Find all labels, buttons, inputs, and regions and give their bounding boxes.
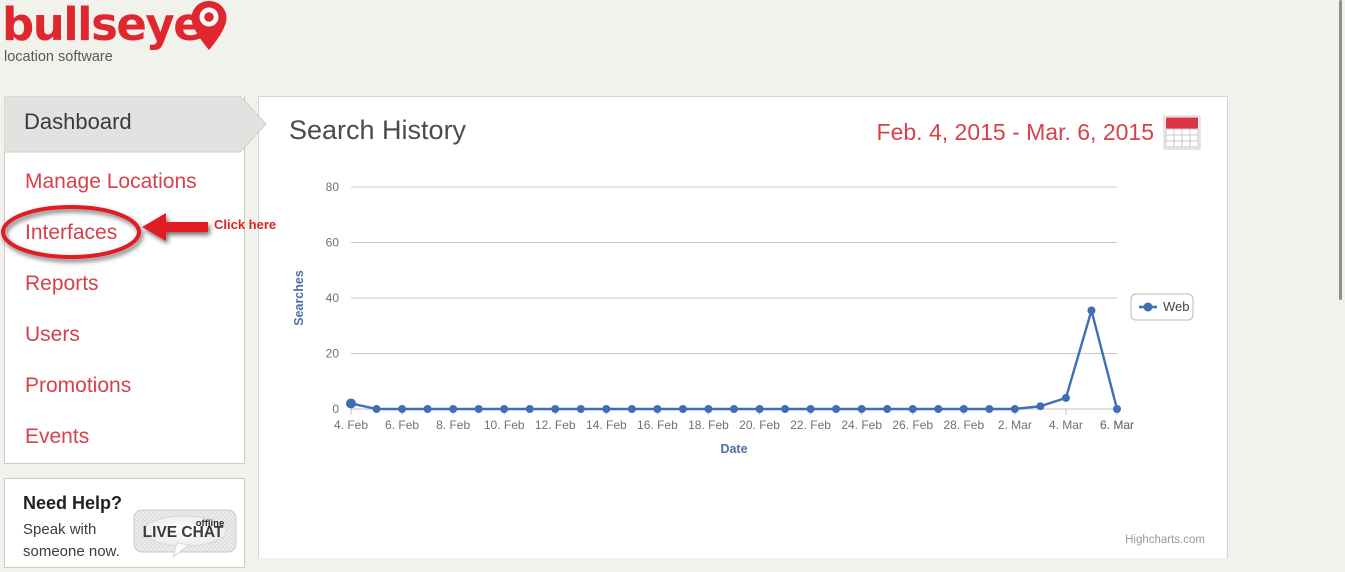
- x-axis-tick-label: 12. Feb: [535, 418, 576, 432]
- location-pin-icon: [190, 0, 228, 52]
- series-point[interactable]: [959, 405, 968, 413]
- date-range-selector[interactable]: Feb. 4, 2015 - Mar. 6, 2015: [877, 119, 1154, 146]
- x-axis-tick-label: 28. Feb: [943, 418, 984, 432]
- series-point[interactable]: [704, 405, 713, 413]
- x-axis-tick-label: 18. Feb: [688, 418, 729, 432]
- x-axis-tick-label: 24. Feb: [841, 418, 882, 432]
- series-point[interactable]: [857, 405, 866, 413]
- x-axis-tick-label: 10. Feb: [484, 418, 525, 432]
- page-scrollbar-thumb[interactable]: [1339, 0, 1342, 300]
- x-axis-tick-label: 6. Feb: [385, 418, 419, 432]
- series-point[interactable]: [678, 405, 687, 413]
- x-axis-tick-label: 16. Feb: [637, 418, 678, 432]
- help-text-line1: Speak with: [23, 521, 97, 538]
- series-point[interactable]: [398, 405, 407, 413]
- x-axis-tick-label: 6. Mar: [1100, 418, 1134, 432]
- series-point[interactable]: [627, 405, 636, 413]
- series-point[interactable]: [908, 405, 917, 413]
- series-point[interactable]: [500, 405, 509, 413]
- series-point[interactable]: [1061, 393, 1070, 402]
- main-content-panel: Search History Feb. 4, 2015 - Mar. 6, 20…: [258, 96, 1228, 558]
- help-box: Need Help? Speak with someone now. LIVE …: [4, 478, 245, 568]
- series-point[interactable]: [883, 405, 892, 413]
- series-point[interactable]: [449, 405, 458, 413]
- y-axis-tick-label: 40: [326, 291, 340, 305]
- series-point[interactable]: [602, 405, 611, 413]
- series-point[interactable]: [576, 405, 585, 413]
- series-point[interactable]: [551, 405, 560, 413]
- series-point[interactable]: [525, 405, 534, 413]
- sidebar-item-events[interactable]: Events: [25, 425, 89, 449]
- legend-label-web: Web: [1163, 299, 1190, 314]
- series-point[interactable]: [985, 405, 994, 413]
- search-history-chart: 0 20 40 60 80 Searches 4. Feb 6. Feb 8. Feb 10. F…: [259, 167, 1227, 562]
- sidebar-item-manage-locations[interactable]: Manage Locations: [25, 170, 197, 194]
- series-point[interactable]: [346, 398, 356, 409]
- chart-canvas: 0 20 40 60 80 Searches 4. Feb 6. Feb 8. Feb 10. F…: [292, 180, 1194, 456]
- series-point[interactable]: [372, 405, 381, 413]
- series-point[interactable]: [1087, 306, 1096, 315]
- series-point[interactable]: [474, 405, 483, 413]
- live-chat-status: offline: [196, 518, 225, 529]
- calendar-icon[interactable]: [1163, 115, 1201, 150]
- x-axis-tick-label: 4. Mar: [1049, 418, 1083, 432]
- sidebar-item-interfaces[interactable]: Interfaces: [25, 221, 117, 245]
- x-axis-title: Date: [720, 442, 747, 456]
- series-point[interactable]: [653, 405, 662, 413]
- y-axis-tick-label: 60: [326, 236, 340, 250]
- series-point[interactable]: [781, 405, 790, 413]
- live-chat-button[interactable]: LIVE CHAT offline: [133, 509, 237, 559]
- chart-credits: Highcharts.com: [1125, 534, 1205, 546]
- x-axis-tick-label: 20. Feb: [739, 418, 780, 432]
- y-axis-tick-label: 80: [326, 180, 340, 194]
- page-scrollbar[interactable]: [1330, 0, 1345, 558]
- x-axis-tick-label: 26. Feb: [892, 418, 933, 432]
- series-point[interactable]: [806, 405, 815, 413]
- sidebar-item-promotions[interactable]: Promotions: [25, 374, 131, 398]
- series-point[interactable]: [1036, 402, 1045, 411]
- series-point[interactable]: [755, 405, 764, 413]
- x-axis-tick-label: 14. Feb: [586, 418, 627, 432]
- brand-wordmark: bullseye: [2, 0, 204, 51]
- y-axis-tick-label: 0: [332, 402, 339, 416]
- brand-tagline: location software: [4, 49, 113, 65]
- x-axis-tick-label: 2. Mar: [998, 418, 1032, 432]
- sidebar-item-dashboard[interactable]: Dashboard: [4, 96, 266, 153]
- sidebar-item-users[interactable]: Users: [25, 323, 80, 347]
- y-axis-title: Searches: [292, 270, 306, 326]
- series-point[interactable]: [423, 405, 432, 413]
- sidebar-item-reports[interactable]: Reports: [25, 272, 99, 296]
- page-title: Search History: [289, 115, 467, 145]
- x-axis-tick-label: 22. Feb: [790, 418, 831, 432]
- series-point[interactable]: [832, 405, 841, 413]
- brand-logo[interactable]: bullseye location software: [0, 0, 260, 88]
- series-point[interactable]: [934, 405, 943, 413]
- help-text-line2: someone now.: [23, 543, 120, 560]
- series-point[interactable]: [1113, 405, 1121, 413]
- series-point[interactable]: [730, 405, 738, 413]
- x-axis-tick-label: 4. Feb: [334, 418, 368, 432]
- help-title: Need Help?: [23, 493, 123, 513]
- series-point[interactable]: [1010, 405, 1019, 413]
- x-axis-tick-label: 8. Feb: [436, 418, 470, 432]
- y-axis-tick-label: 20: [326, 347, 340, 361]
- legend-marker-point: [1143, 302, 1153, 312]
- series-line-web: [350, 309, 1119, 411]
